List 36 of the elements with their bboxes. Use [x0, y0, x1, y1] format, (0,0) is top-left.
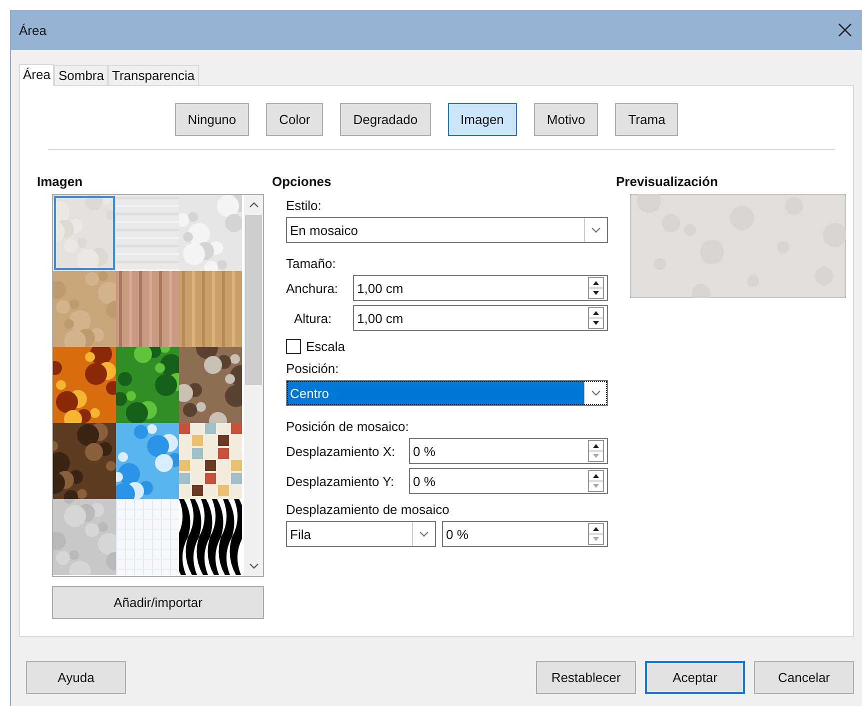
fill-type-button[interactable]: Ninguno [174, 103, 250, 136]
width-spin-field[interactable]: 1,00 cm [353, 275, 608, 301]
checkbox-label: Escala [306, 338, 346, 354]
field-label: Desplazamiento Y: [286, 474, 396, 488]
tab[interactable]: Transparencia [108, 65, 199, 85]
tile-offset-dropdown[interactable]: Fila [286, 521, 436, 547]
add-import-button[interactable]: Añadir/importar [52, 586, 264, 619]
section-heading: Previsualización [616, 174, 719, 191]
field-label: Estilo: [286, 197, 322, 215]
tab[interactable]: Área [19, 64, 54, 86]
offset-x-spin-field[interactable]: 0 % [409, 438, 608, 464]
position-dropdown[interactable]: Centro [286, 380, 608, 406]
fill-type-button[interactable]: Trama [615, 103, 678, 136]
field-label: Posición: [286, 360, 340, 378]
field-label: Desplazamiento X: [286, 444, 396, 458]
offset-y-spin-field[interactable]: 0 % [409, 468, 608, 494]
field-label: Anchura: [286, 280, 340, 296]
dialog-button[interactable]: Aceptar [645, 661, 745, 694]
help-button[interactable]: Ayuda [26, 661, 126, 694]
fill-type-button[interactable]: Motivo [534, 103, 598, 136]
window-title: Área [19, 22, 48, 38]
fill-type-button[interactable]: Degradado [340, 103, 431, 136]
tab[interactable]: Sombra [54, 65, 108, 85]
section-heading: Opciones [272, 174, 332, 191]
section-heading: Imagen [37, 174, 84, 191]
dialog-button[interactable]: Restablecer [536, 661, 636, 694]
fill-type-button[interactable]: Imagen [448, 103, 517, 136]
field-label: Altura: [293, 310, 333, 326]
field-label: Desplazamiento de mosaico [286, 501, 450, 519]
fill-type-button[interactable]: Color [266, 103, 324, 136]
tile-offset-spin-field[interactable]: 0 % [442, 521, 608, 547]
field-label: Posición de mosaico: [286, 418, 410, 436]
style-dropdown[interactable]: En mosaico [286, 217, 608, 243]
field-label: Tamaño: [286, 255, 337, 273]
height-spin-field[interactable]: 1,00 cm [353, 305, 608, 331]
dialog-button[interactable]: Cancelar [754, 661, 854, 694]
